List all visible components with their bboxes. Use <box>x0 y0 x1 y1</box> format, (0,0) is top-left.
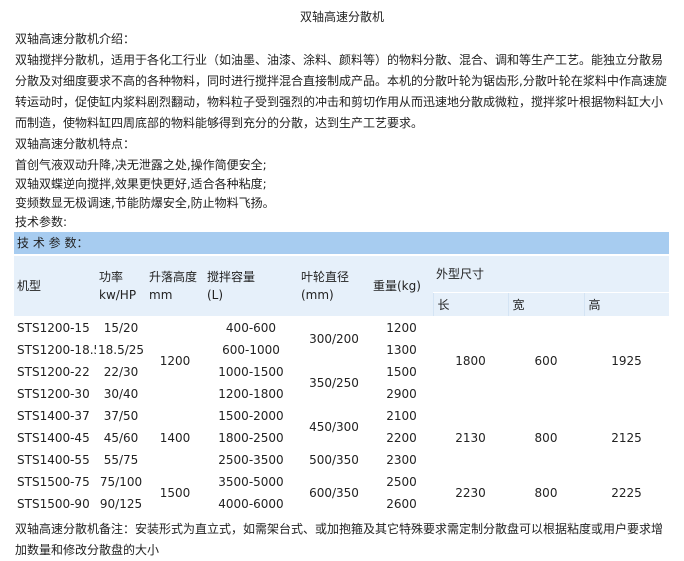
cell-width: 800 <box>534 485 558 500</box>
table-row: STS1200-15 15/20 1200 400-600 300/200 12… <box>14 316 669 368</box>
cell-weight: 2500 <box>386 474 417 489</box>
intro-text: 双轴搅拌分散机，适用于各化工行业（如油墨、油漆、涂料、颜料等）的物料分散、混合、… <box>15 53 667 130</box>
cell-width: 800 <box>534 430 558 445</box>
cell-model: STS1200-22 <box>17 364 90 379</box>
page-title: 双轴高速分散机 <box>299 10 384 24</box>
cell-weight: 2900 <box>386 386 417 401</box>
cell-power: 18.5/25 <box>97 342 145 357</box>
cell-impeller: 600/350 <box>309 485 359 500</box>
cell-model: STS1500-90 <box>17 496 90 511</box>
feature-item-2: 双轴双蝶逆向搅拌,效果更快更好,适合各种粘度; <box>15 177 267 191</box>
cell-height: 2225 <box>611 485 642 500</box>
header-power: 功率 kw/HP <box>96 256 146 317</box>
cell-power: 90/125 <box>99 496 143 511</box>
table-row: STS1500-75 75/100 1500 3500-5000 600/350… <box>14 471 669 500</box>
cell-weight: 1500 <box>386 364 417 379</box>
header-impeller: 叶轮直径 (mm) <box>298 256 370 317</box>
cell-weight: 2300 <box>386 452 417 467</box>
table-row: STS1400-37 37/50 1400 1500-2000 450/300 … <box>14 405 669 445</box>
cell-capacity: 1500-2000 <box>218 408 284 423</box>
cell-power: 30/40 <box>103 386 139 401</box>
cell-lift: 1400 <box>159 430 191 445</box>
tech-params-label: 技术参数: <box>15 215 68 229</box>
cell-model: STS1400-55 <box>17 452 90 467</box>
header-lift: 升落高度 mm <box>146 256 204 317</box>
cell-weight: 1200 <box>386 320 417 335</box>
header-model: 机型 <box>14 256 96 317</box>
cell-weight: 2200 <box>386 430 417 445</box>
cell-length: 1800 <box>455 353 486 368</box>
header-height: 高 <box>583 292 670 317</box>
cell-lift: 1500 <box>159 485 191 500</box>
cell-capacity: 400-600 <box>225 320 277 335</box>
cell-weight: 1300 <box>386 342 417 357</box>
feature-item-1: 首创气液双动升降,决无泄露之处,操作简便安全; <box>15 158 267 172</box>
table-header-row: 机型 功率 kw/HP 升落高度 mm 搅拌容量 (L) 叶轮直径 (mm) 重… <box>14 256 670 317</box>
page: 双轴高速分散机 双轴高速分散机介绍： 双轴搅拌分散机，适用于各化工行业（如油墨、… <box>0 0 684 559</box>
cell-power: 55/75 <box>103 452 139 467</box>
features-heading: 双轴高速分散机特点： <box>15 137 136 151</box>
cell-length: 2230 <box>455 485 486 500</box>
cell-capacity: 1000-1500 <box>218 364 284 379</box>
cell-weight: 2100 <box>386 408 417 423</box>
cell-capacity: 1200-1800 <box>218 386 284 401</box>
cell-width: 600 <box>534 353 558 368</box>
cell-model: STS1200-15 <box>17 320 90 335</box>
spec-table: 机型 功率 kw/HP 升落高度 mm 搅拌容量 (L) 叶轮直径 (mm) 重… <box>14 256 670 515</box>
cell-capacity: 3500-5000 <box>218 474 284 489</box>
cell-length: 2130 <box>455 430 486 445</box>
cell-impeller: 500/350 <box>309 452 359 467</box>
remarks-note: 双轴高速分散机备注：安装形式为直立式，如需架台式、或加抱箍及其它特殊要求需定制分… <box>15 522 664 557</box>
cell-height: 1925 <box>611 353 642 368</box>
feature-item-3: 变频数显无极调速,节能防爆安全,防止物料飞扬。 <box>15 196 275 210</box>
header-length: 长 <box>432 292 508 317</box>
cell-impeller: 450/300 <box>309 419 359 434</box>
cell-power: 22/30 <box>103 364 139 379</box>
cell-model: STS1500-75 <box>17 474 90 489</box>
section-bar: 技 术 参 数： <box>14 232 669 254</box>
cell-impeller: 350/250 <box>309 375 359 390</box>
cell-model: STS1200-18.5 <box>17 342 96 357</box>
header-weight: 重量(kg) <box>370 256 433 317</box>
cell-power: 15/20 <box>103 320 139 335</box>
cell-power: 75/100 <box>99 474 143 489</box>
cell-capacity: 4000-6000 <box>218 496 284 511</box>
cell-capacity: 1800-2500 <box>218 430 284 445</box>
intro-heading: 双轴高速分散机介绍： <box>15 32 136 46</box>
cell-lift: 1200 <box>159 353 191 368</box>
cell-model: STS1400-45 <box>17 430 90 445</box>
cell-impeller: 300/200 <box>309 331 359 346</box>
cell-model: STS1400-37 <box>17 408 90 423</box>
header-width: 宽 <box>507 292 584 317</box>
cell-model: STS1200-30 <box>17 386 90 401</box>
cell-height: 2125 <box>611 430 642 445</box>
cell-capacity: 2500-3500 <box>218 452 284 467</box>
header-dims: 外型尺寸 <box>433 256 670 293</box>
cell-capacity: 600-1000 <box>222 342 280 357</box>
cell-weight: 2600 <box>386 496 417 511</box>
cell-power: 45/60 <box>103 430 139 445</box>
header-capacity: 搅拌容量 (L) <box>204 256 298 317</box>
cell-power: 37/50 <box>103 408 139 423</box>
